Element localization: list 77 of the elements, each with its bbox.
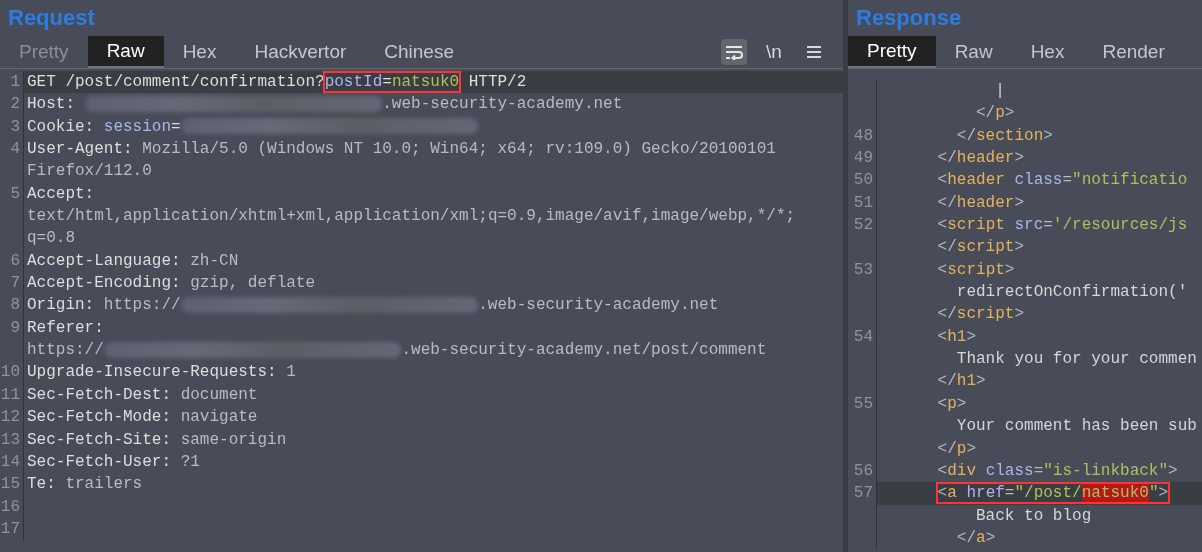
line-number: 4	[10, 140, 20, 159]
code-line: </p>	[936, 438, 978, 460]
code-line: </script>	[936, 304, 1026, 326]
code-line: <div class="is-linkback">	[936, 460, 1179, 482]
code-line: Sec-Fetch-Mode: navigate	[26, 407, 259, 429]
code-line: Accept:	[26, 183, 96, 205]
code-line: https:// .web-security-academy.net/post/comment	[26, 340, 768, 362]
line-number: 17	[0, 519, 20, 538]
line-number: 50	[853, 171, 873, 190]
line-number: 7	[10, 274, 20, 293]
code-line: Firefox/112.0	[26, 161, 153, 183]
panel-title: Request	[7, 4, 96, 32]
code-line: Thank you for your commen	[955, 349, 1198, 371]
line-number: 49	[853, 149, 873, 168]
wrap-toggle-icon[interactable]	[721, 39, 747, 65]
code-line: Your comment has been sub	[955, 416, 1198, 438]
tab[interactable]: Hex	[163, 36, 236, 68]
code-line: <p>	[936, 393, 968, 415]
code-line: </script>	[936, 237, 1026, 259]
line-number: 55	[853, 394, 873, 413]
code-line: Sec-Fetch-User: ?1	[26, 451, 201, 473]
code-line: |	[994, 81, 1006, 102]
code-line: </p>	[975, 103, 1016, 125]
line-number: 8	[10, 296, 20, 315]
newline-toggle[interactable]: \n	[761, 39, 787, 65]
code-line: <script>	[936, 259, 1016, 281]
line-number: 57	[853, 484, 873, 503]
code-line: Sec-Fetch-Dest: document	[26, 384, 259, 406]
code-line: Cookie: session=	[24, 115, 843, 139]
line-number: 6	[10, 251, 20, 270]
line-number: 53	[853, 260, 873, 279]
tab[interactable]: Hackvertor	[235, 36, 366, 68]
tab[interactable]: Raw	[87, 36, 164, 68]
line-number: 13	[0, 430, 20, 449]
line-number: 51	[853, 193, 873, 212]
code-line: Origin: https:// .web-security-academy.net	[26, 295, 720, 317]
code-line: Upgrade-Insecure-Requests: 1	[26, 362, 297, 384]
line-number: 1	[10, 73, 20, 91]
line-number: 52	[853, 216, 873, 235]
line-number: 11	[0, 385, 20, 404]
line-number: 5	[10, 184, 20, 203]
code-line: Accept-Language: zh-CN	[26, 250, 240, 272]
line-number: 12	[0, 408, 20, 427]
code-line: User-Agent: Mozilla/5.0 (Windows NT 10.0; Win64; x64; rv:109.0) Gecko/20100101	[26, 139, 777, 161]
code-line: text/html,application/xhtml+xml,application/xml;q=0.9,image/avif,image/webp,*/*;	[26, 206, 797, 228]
code-line: </header>	[936, 148, 1026, 170]
code-line: Sec-Fetch-Site: same-origin	[26, 429, 288, 451]
tab[interactable]: Render	[1083, 36, 1184, 68]
tab[interactable]: Chinese	[365, 36, 473, 68]
code-line: </header>	[936, 192, 1026, 214]
line-number: 14	[0, 452, 20, 471]
line-number: 10	[0, 363, 20, 382]
code-line: q=0.8	[26, 228, 76, 250]
line-number: 3	[10, 117, 20, 136]
line-number: 56	[853, 461, 873, 480]
code-line: <h1>	[936, 326, 978, 348]
panel-title: Response	[855, 4, 963, 32]
tab[interactable]: Pretty	[848, 36, 936, 68]
code-line: </h1>	[936, 371, 987, 393]
code-line: redirectOnConfirmation('	[955, 282, 1189, 304]
line-number: 16	[0, 497, 20, 516]
code-line: <header class="notificatio	[936, 170, 1189, 192]
code-line: Referer:	[26, 317, 105, 339]
code-line: </section>	[955, 125, 1054, 147]
line-number: 2	[10, 95, 20, 114]
tab[interactable]: Hex	[1011, 36, 1084, 68]
code-line: Host: .web-security-academy.net	[26, 94, 624, 116]
line-number: 9	[10, 318, 20, 337]
code-line: Accept-Encoding: gzip, deflate	[26, 273, 317, 295]
tab[interactable]: Raw	[935, 36, 1012, 68]
code-line: Te: trailers	[26, 474, 144, 496]
code-line: </a>	[955, 527, 997, 549]
line-number: 15	[0, 475, 20, 494]
line-number: 48	[853, 126, 873, 145]
code-line: Back to blog	[975, 505, 1093, 527]
line-number: 54	[853, 327, 873, 346]
code-line: <script src='/resources/js	[936, 215, 1189, 237]
